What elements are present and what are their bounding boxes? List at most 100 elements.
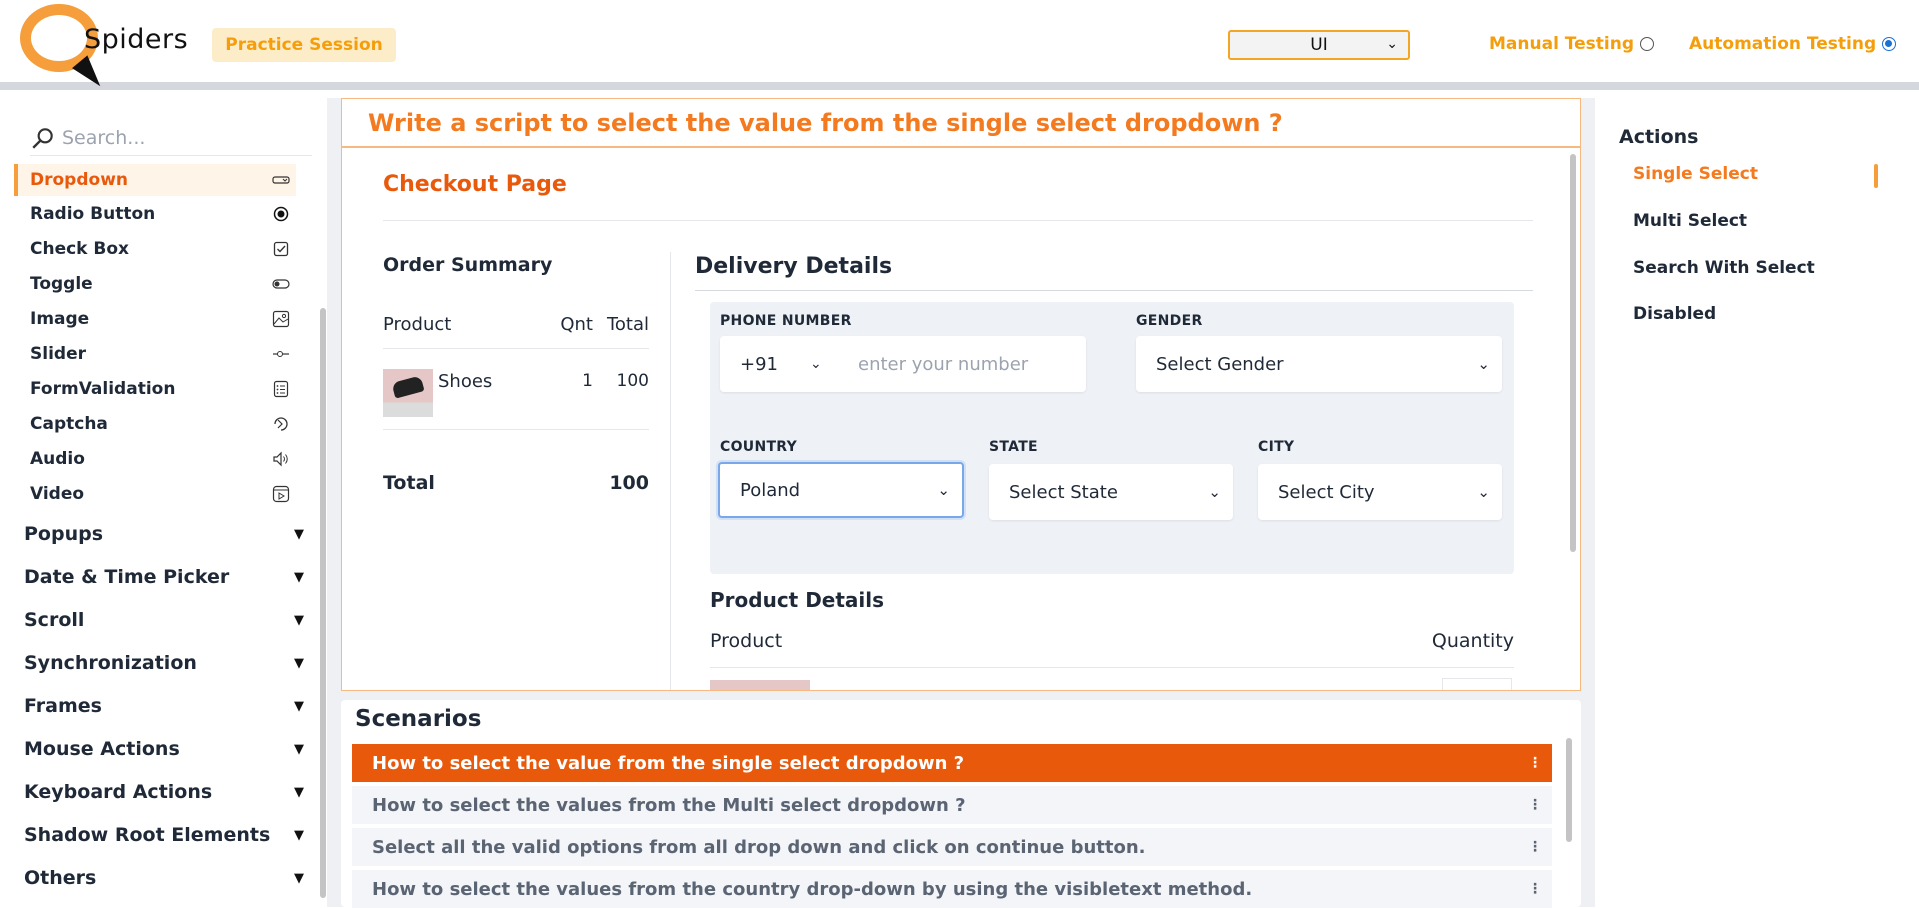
scenario-item[interactable]: How to select the values from the Multi … xyxy=(352,786,1552,824)
chevron-down-icon: ⌄ xyxy=(1477,483,1490,501)
sidebar-item-radio-button[interactable]: Radio Button xyxy=(14,198,296,230)
country-label: COUNTRY xyxy=(720,439,798,455)
total-label: Total xyxy=(383,472,435,494)
sidebar-item-audio[interactable]: Audio xyxy=(14,443,296,475)
more-options-icon[interactable]: ⋮ xyxy=(1528,882,1542,896)
sidebar-scrollbar[interactable] xyxy=(320,308,326,898)
sidebar-group-mouse-actions[interactable]: Mouse Actions ▼ xyxy=(24,731,304,767)
sidebar-group-others[interactable]: Others ▼ xyxy=(24,860,304,896)
right-gutter xyxy=(1581,98,1595,907)
mode-select[interactable]: UI ⌄ xyxy=(1228,30,1410,60)
sidebar-item-image[interactable]: Image xyxy=(14,303,296,335)
row-total: 100 xyxy=(616,371,649,391)
caret-down-icon: ▼ xyxy=(294,612,304,628)
quantity-input[interactable] xyxy=(1442,678,1512,690)
sidebar-group-date-time-picker[interactable]: Date & Time Picker ▼ xyxy=(24,559,304,595)
sidebar-item-dropdown[interactable]: Dropdown xyxy=(14,164,296,196)
order-summary-row: Shoes 1 100 xyxy=(383,348,649,430)
frame-scrollbar[interactable] xyxy=(1570,154,1576,552)
sidebar-group-shadow-root-elements[interactable]: Shadow Root Elements ▼ xyxy=(24,817,304,853)
checkout-title: Checkout Page xyxy=(383,172,567,197)
total-value: 100 xyxy=(609,472,649,494)
sidebar-item-slider[interactable]: Slider xyxy=(14,338,296,370)
sidebar-group-keyboard-actions[interactable]: Keyboard Actions ▼ xyxy=(24,774,304,810)
caret-down-icon: ▼ xyxy=(294,870,304,886)
sidebar: Search... Dropdown Radio Button Check Bo… xyxy=(0,98,327,907)
gender-select-value: Select Gender xyxy=(1156,353,1284,375)
slider-icon xyxy=(272,345,290,363)
qspiders-logo[interactable]: Spiders xyxy=(16,0,188,93)
sidebar-group-label: Others xyxy=(24,867,97,889)
sidebar-group-label: Shadow Root Elements xyxy=(24,824,271,846)
scenarios-title: Scenarios xyxy=(355,706,482,732)
automation-testing-radio-icon[interactable] xyxy=(1882,37,1897,51)
country-select[interactable]: Poland ⌄ xyxy=(718,462,964,518)
action-search-with-select[interactable]: Search With Select xyxy=(1633,258,1815,278)
phone-number-input[interactable]: enter your number xyxy=(858,354,1028,375)
automation-testing-label: Automation Testing xyxy=(1689,34,1877,54)
state-label: STATE xyxy=(989,439,1038,455)
action-disabled[interactable]: Disabled xyxy=(1633,304,1716,324)
state-select[interactable]: Select State ⌄ xyxy=(989,464,1233,520)
scenario-item[interactable]: How to select the values from the countr… xyxy=(352,870,1552,908)
actions-title: Actions xyxy=(1619,126,1699,148)
sidebar-group-synchronization[interactable]: Synchronization ▼ xyxy=(24,645,304,681)
scenario-text: How to select the value from the single … xyxy=(372,752,965,774)
sidebar-item-captcha[interactable]: Captcha xyxy=(14,408,296,440)
sidebar-group-label: Date & Time Picker xyxy=(24,566,230,588)
city-select[interactable]: Select City ⌄ xyxy=(1258,464,1502,520)
action-single-select[interactable]: Single Select xyxy=(1633,164,1758,184)
state-select-value: Select State xyxy=(1009,481,1118,503)
scenario-item[interactable]: How to select the value from the single … xyxy=(352,744,1552,782)
manual-testing-radio-icon[interactable] xyxy=(1640,37,1655,51)
product-details-header: Product Quantity xyxy=(710,630,1514,652)
phone-code-select[interactable]: +91 xyxy=(740,354,778,375)
more-options-icon[interactable]: ⋮ xyxy=(1528,756,1542,770)
chevron-down-icon: ⌄ xyxy=(1208,483,1221,501)
sidebar-group-popups[interactable]: Popups ▼ xyxy=(24,516,304,552)
sidebar-item-formvalidation[interactable]: FormValidation xyxy=(14,373,296,405)
sidebar-group-frames[interactable]: Frames ▼ xyxy=(24,688,304,724)
shoes-thumbnail xyxy=(383,369,433,417)
caret-down-icon: ▼ xyxy=(294,827,304,843)
sidebar-item-check-box[interactable]: Check Box xyxy=(14,233,296,265)
practice-session-badge: Practice Session xyxy=(212,28,396,62)
question-title: Write a script to select the value from … xyxy=(341,98,1581,148)
actions-panel: Actions Single Select Multi Select Searc… xyxy=(1595,98,1919,907)
search-input[interactable]: Search... xyxy=(62,127,145,149)
video-icon xyxy=(272,485,290,503)
manual-testing-option[interactable]: Manual Testing xyxy=(1489,34,1655,54)
action-multi-select[interactable]: Multi Select xyxy=(1633,211,1747,231)
more-options-icon[interactable]: ⋮ xyxy=(1528,798,1542,812)
scenarios-scrollbar[interactable] xyxy=(1566,738,1572,842)
dropdown-icon xyxy=(272,171,290,189)
toggle-icon xyxy=(272,275,290,293)
sidebar-search[interactable]: Search... xyxy=(30,120,312,156)
caret-down-icon: ▼ xyxy=(294,784,304,800)
col-quantity: Quantity xyxy=(1431,630,1514,652)
checkbox-icon xyxy=(272,240,290,258)
sidebar-item-toggle[interactable]: Toggle xyxy=(14,268,296,300)
order-summary-title: Order Summary xyxy=(383,254,553,276)
scenario-text: How to select the values from the Multi … xyxy=(372,794,966,816)
search-icon xyxy=(32,127,53,149)
gender-select[interactable]: Select Gender ⌄ xyxy=(1136,336,1502,392)
delivery-details-title: Delivery Details xyxy=(695,254,893,279)
more-options-icon[interactable]: ⋮ xyxy=(1528,840,1542,854)
sidebar-item-label: Audio xyxy=(30,449,85,469)
product-details-title: Product Details xyxy=(710,588,885,612)
sidebar-item-label: Check Box xyxy=(30,239,130,259)
sidebar-item-label: Slider xyxy=(30,344,86,364)
divider xyxy=(383,220,1533,221)
sidebar-item-video[interactable]: Video xyxy=(14,478,296,510)
chevron-down-icon: ⌄ xyxy=(1477,355,1490,373)
automation-testing-option[interactable]: Automation Testing xyxy=(1689,34,1897,54)
sidebar-item-label: Image xyxy=(30,309,90,329)
country-select-value: Poland xyxy=(740,479,801,501)
scenario-item[interactable]: Select all the valid options from all dr… xyxy=(352,828,1552,866)
sidebar-item-label: Captcha xyxy=(30,414,108,434)
sidebar-group-scroll[interactable]: Scroll ▼ xyxy=(24,602,304,638)
divider xyxy=(710,667,1514,668)
chevron-down-icon: ⌄ xyxy=(1386,36,1398,52)
delivery-form-panel: PHONE NUMBER +91 ⌄ enter your number GEN… xyxy=(710,302,1514,574)
